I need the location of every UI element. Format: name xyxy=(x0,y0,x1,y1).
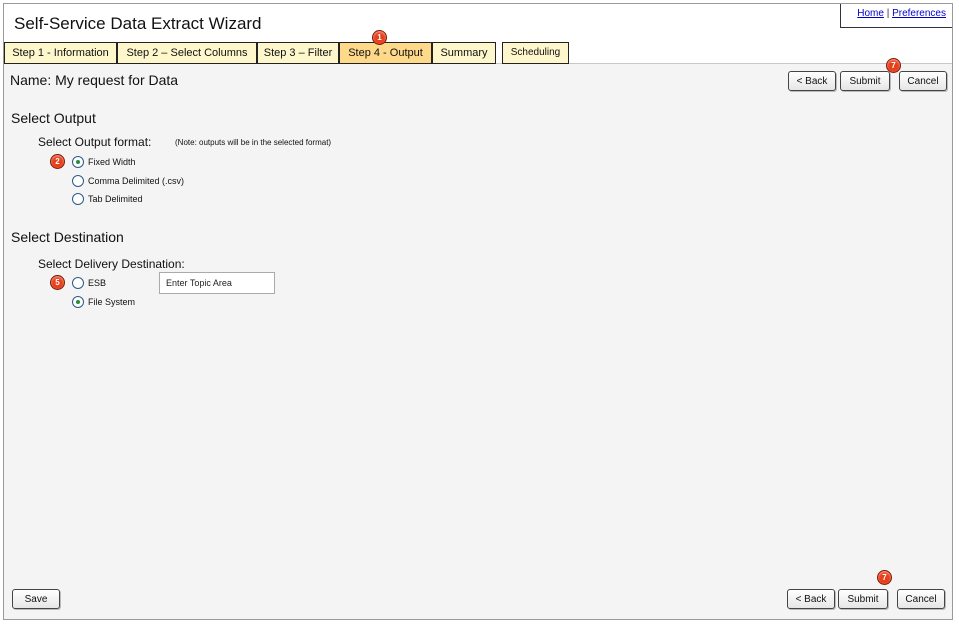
radio-label: Fixed Width xyxy=(88,157,136,167)
tab-summary[interactable]: Summary xyxy=(432,42,496,64)
radio-tab-delimited[interactable]: Tab Delimited xyxy=(72,192,143,206)
tab-step-4-output[interactable]: Step 4 - Output xyxy=(339,42,432,64)
callout-marker-tab: 1 xyxy=(372,30,387,45)
select-destination-heading: Select Destination xyxy=(11,229,124,245)
radio-button[interactable] xyxy=(72,156,84,168)
tab-step-2-select-columns[interactable]: Step 2 – Select Columns xyxy=(117,42,257,64)
wizard-window: Self-Service Data Extract Wizard Home | … xyxy=(3,3,953,620)
tab-step-3-filter[interactable]: Step 3 – Filter xyxy=(257,42,339,64)
tab-step-1-information[interactable]: Step 1 - Information xyxy=(4,42,117,64)
radio-label: ESB xyxy=(88,278,107,288)
back-button-top[interactable]: < Back xyxy=(788,71,836,91)
radio-file-system[interactable]: File System xyxy=(72,295,135,309)
radio-button[interactable] xyxy=(72,175,84,187)
link-separator: | xyxy=(886,8,890,19)
radio-fixed-width[interactable]: Fixed Width xyxy=(72,155,136,169)
radio-button[interactable] xyxy=(72,296,84,308)
title-bar: Self-Service Data Extract Wizard Home | … xyxy=(4,4,952,42)
submit-button-bottom[interactable]: Submit xyxy=(838,589,888,609)
radio-button[interactable] xyxy=(72,193,84,205)
radio-label: File System xyxy=(88,297,136,307)
app-title: Self-Service Data Extract Wizard xyxy=(14,14,262,33)
back-button-bottom[interactable]: < Back xyxy=(787,589,835,609)
topic-area-input[interactable] xyxy=(159,272,275,294)
top-links: Home | Preferences xyxy=(840,4,952,28)
submit-button-top[interactable]: Submit xyxy=(840,71,890,91)
preferences-link[interactable]: Preferences xyxy=(892,8,946,19)
callout-marker-submit-top: 7 xyxy=(886,58,901,73)
output-format-note: (Note: outputs will be in the selected f… xyxy=(175,138,332,147)
delivery-destination-label: Select Delivery Destination: xyxy=(38,257,185,271)
wizard-tabs: Step 1 - Information Step 2 – Select Col… xyxy=(4,42,952,64)
radio-label: Comma Delimited (.csv) xyxy=(88,176,185,186)
request-name: Name: My request for Data xyxy=(10,72,179,88)
callout-marker-destination: 5 xyxy=(50,275,65,290)
select-output-heading: Select Output xyxy=(11,110,96,126)
save-button[interactable]: Save xyxy=(12,589,60,609)
home-link[interactable]: Home xyxy=(857,8,884,19)
callout-marker-output: 2 xyxy=(50,154,65,169)
radio-esb[interactable]: ESB xyxy=(72,276,106,290)
callout-marker-submit-bottom: 7 xyxy=(877,570,892,585)
cancel-button-bottom[interactable]: Cancel xyxy=(897,589,945,609)
radio-button[interactable] xyxy=(72,277,84,289)
radio-comma-delimited[interactable]: Comma Delimited (.csv) xyxy=(72,174,184,188)
radio-label: Tab Delimited xyxy=(88,194,143,204)
tab-scheduling[interactable]: Scheduling xyxy=(502,42,569,64)
output-format-label: Select Output format: xyxy=(38,135,152,149)
cancel-button-top[interactable]: Cancel xyxy=(899,71,947,91)
